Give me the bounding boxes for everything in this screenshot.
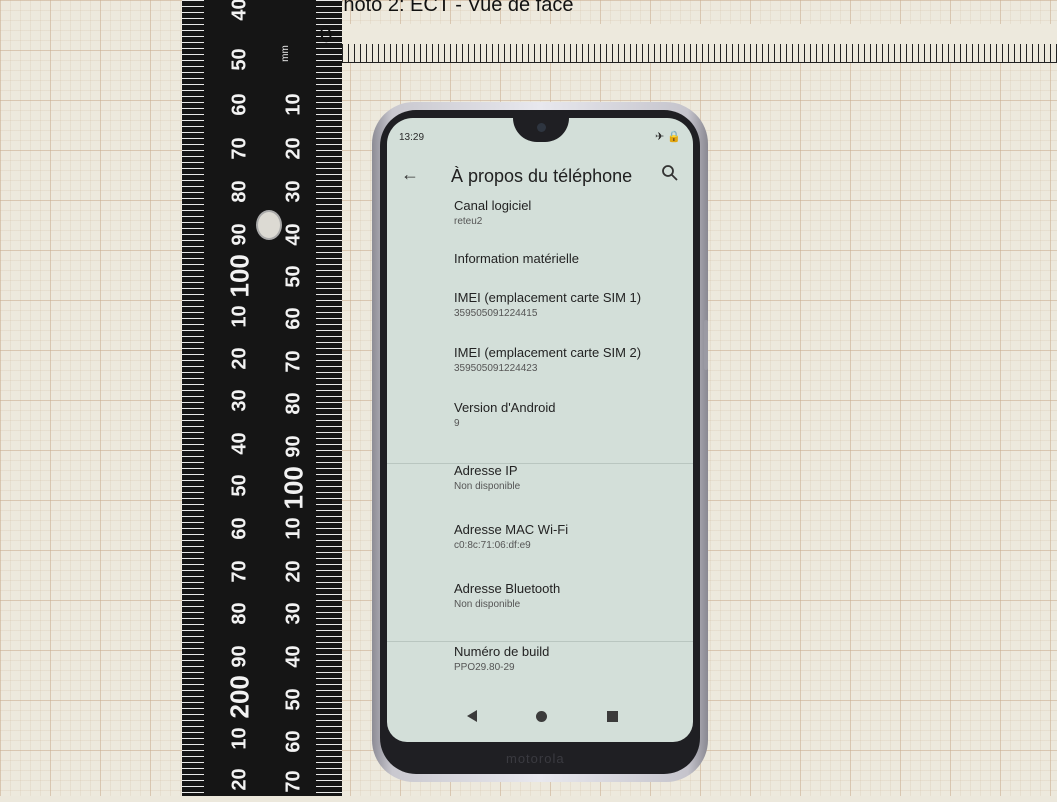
item-value: Non disponible [454,481,521,492]
back-arrow-icon[interactable]: ← [401,164,419,185]
list-item[interactable]: Adresse MAC Wi-Fi c0:8c:71:06:df:e9 [387,522,693,551]
ruler-number: 60 [228,93,251,116]
item-label: Adresse MAC Wi-Fi [454,522,569,537]
item-label: Numéro de build [454,644,550,659]
list-item[interactable]: IMEI (emplacement carte SIM 2) 359505091… [387,345,693,374]
ruler-number: 50 [228,474,251,497]
list-item[interactable]: IMEI (emplacement carte SIM 1) 359505091… [387,290,693,319]
ruler-number: 100 [224,254,255,298]
ruler-number: 60 [282,730,305,753]
section-divider [387,463,693,464]
settings-list: Canal logiciel reteu2 Information matéri… [387,196,693,673]
ruler-number: 40 [282,645,305,668]
nav-recents-icon[interactable] [607,711,618,722]
item-value: Non disponible [454,599,521,610]
nav-back-icon[interactable] [467,710,477,722]
ruler-number: 80 [282,392,305,415]
phone-screen: 13:29 ✈ 🔒 ← À propos du téléphone Canal … [387,118,693,742]
photo-caption: Photo 2: ECT - Vue de face [330,0,574,16]
ruler-number: 200 [224,675,255,719]
item-value: PPO29.80-29 [454,662,515,673]
item-label: Adresse Bluetooth [454,581,561,596]
page-title: À propos du téléphone [451,166,633,186]
list-item[interactable]: Information matérielle [387,251,693,266]
ruler-number: 100 [278,466,309,510]
notch [513,118,569,142]
item-value: 359505091224415 [454,308,538,319]
item-label: Canal logiciel [454,198,532,213]
ruler-number: 20 [282,560,305,583]
item-value: 9 [454,418,460,429]
app-bar: ← À propos du téléphone [387,158,693,196]
item-label: IMEI (emplacement carte SIM 1) [454,290,642,305]
ruler-number: 20 [228,768,251,791]
ruler-number: 40 [228,432,251,455]
ruler-number: 50 [282,265,305,288]
ruler-number: 30 [282,602,305,625]
brand-logo: motorola [506,751,565,766]
list-item[interactable]: Adresse Bluetooth Non disponible [387,581,693,610]
side-button [704,320,708,370]
item-value: 359505091224423 [454,363,538,374]
item-label: Adresse IP [454,463,518,478]
item-label: IMEI (emplacement carte SIM 2) [454,345,642,360]
status-icons: ✈ 🔒 [655,131,681,143]
search-icon[interactable] [661,164,679,182]
item-label: Version d'Android [454,400,556,415]
ruler-number: 20 [282,137,305,160]
status-time: 13:29 [399,132,425,143]
navigation-bar [387,700,693,742]
list-item[interactable]: Version d'Android 9 [387,400,693,429]
nav-home-icon[interactable] [536,711,547,722]
ruler-number: 50 [228,48,251,71]
ruler-number: 90 [228,223,251,246]
ruler-number: 50 [282,688,305,711]
item-value: c0:8c:71:06:df:e9 [454,540,531,551]
ruler-unit-label: mm [279,45,291,62]
section-divider [387,641,693,642]
camera-icon [537,123,546,132]
item-label: Information matérielle [454,251,579,266]
vertical-ruler: mm 40 50 60 70 80 90 100 10 20 30 40 50 … [182,0,342,796]
ruler-ticks-top [342,44,1057,62]
list-item[interactable]: Adresse IP Non disponible [387,463,693,492]
ruler-number: 90 [228,645,251,668]
ruler-number: 40 [282,223,305,246]
ruler-number: 80 [228,602,251,625]
ruler-number: 30 [282,180,305,203]
ruler-number: 10 [228,727,251,750]
ruler-number: 70 [228,560,251,583]
ruler-number: 60 [282,307,305,330]
ruler-ticks-right [316,0,342,796]
ruler-number: 10 [228,305,251,328]
ruler-number: 90 [282,435,305,458]
ruler-ticks-left [182,0,204,796]
horizontal-ruler: 0 [318,21,1057,63]
ruler-hole [256,210,282,240]
ruler-number: 10 [282,517,305,540]
ruler-number: 80 [228,180,251,203]
ruler-number: 10 [282,93,305,116]
ruler-number: 60 [228,517,251,540]
list-item[interactable]: Canal logiciel reteu2 [387,198,693,227]
ruler-number: 70 [282,350,305,373]
ruler-number: 30 [228,389,251,412]
ruler-number: 40 [228,0,251,21]
list-item[interactable]: Numéro de build PPO29.80-29 [387,644,693,673]
item-value: reteu2 [454,216,483,227]
ruler-number: 70 [228,137,251,160]
ruler-number: 20 [228,347,251,370]
